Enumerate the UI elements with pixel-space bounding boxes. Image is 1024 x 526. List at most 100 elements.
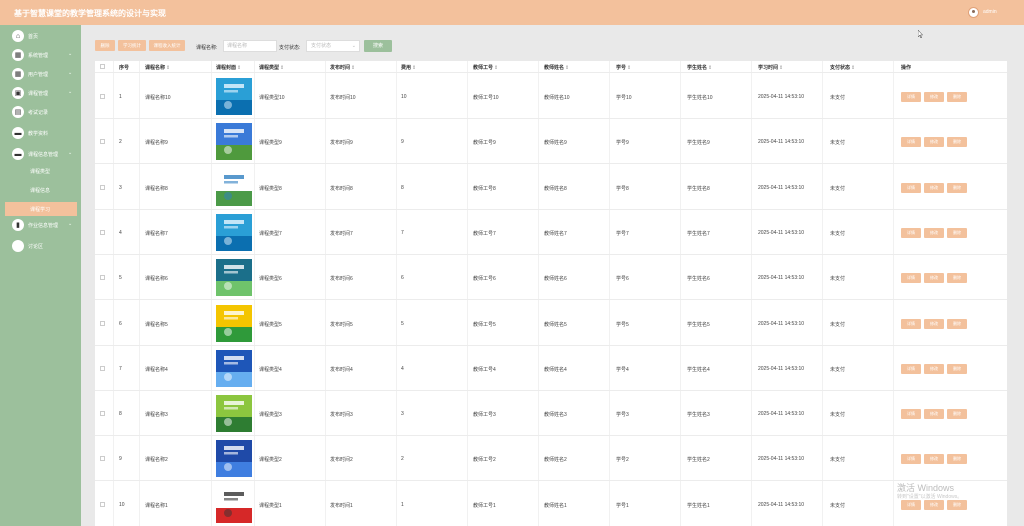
sidebar-item-3[interactable]: ▣ 课程管理 ⌄ — [0, 84, 81, 102]
sort-icon[interactable]: ⇕ — [237, 65, 241, 71]
teacher-name: 教师姓名9 — [544, 140, 567, 147]
detail-button[interactable]: 详情 — [901, 499, 921, 510]
sidebar-item-0[interactable]: ⌂ 首页 — [0, 27, 81, 45]
delete-row-button[interactable]: 删除 — [947, 92, 967, 102]
chevron-down-icon: ⌄ — [68, 51, 73, 57]
edit-button[interactable]: 修改 — [924, 137, 944, 148]
sidebar-item-5[interactable]: ▬ 教学资料 — [0, 124, 81, 142]
sort-icon[interactable]: ⇕ — [779, 65, 783, 71]
table-row: 1 课程名称10 课程类型10 发布时间10 10 教师工号10 教师姓名10 学号10 学生姓… — [95, 74, 1007, 119]
course-name-header[interactable]: 课程名称⇕ — [145, 64, 170, 71]
mouse-cursor-icon — [918, 30, 923, 38]
fee: 10 — [401, 94, 407, 100]
row-checkbox[interactable] — [100, 94, 105, 99]
student-no: 学号1 — [616, 502, 629, 509]
detail-button[interactable]: 详情 — [901, 363, 921, 374]
course-name: 课程名称4 — [145, 366, 168, 373]
edit-button[interactable]: 修改 — [924, 227, 944, 238]
edit-button[interactable]: 修改 — [924, 409, 944, 420]
edit-button[interactable]: 修改 — [924, 499, 944, 510]
detail-button[interactable]: 详情 — [901, 273, 921, 284]
sort-icon[interactable]: ⇕ — [351, 65, 355, 71]
pay-status-header[interactable]: 支付状态⇕ — [830, 64, 855, 71]
row-checkbox[interactable] — [100, 229, 105, 235]
row-checkbox[interactable] — [100, 411, 105, 417]
pay-status-select[interactable]: 支付状态 ⌄ — [306, 40, 360, 52]
delete-row-button[interactable]: 删除 — [947, 409, 967, 420]
edit-button[interactable]: 修改 — [924, 454, 944, 465]
edit-button[interactable]: 修改 — [924, 273, 944, 284]
row-checkbox[interactable] — [100, 365, 105, 371]
detail-button[interactable]: 详情 — [901, 92, 921, 102]
student-no: 学号5 — [616, 321, 629, 328]
teacher-no-header[interactable]: 教师工号⇕ — [473, 64, 498, 71]
delete-row-button[interactable]: 删除 — [947, 227, 967, 238]
delete-row-button[interactable]: 删除 — [947, 499, 967, 510]
course-name-input[interactable]: 课程名称 — [223, 40, 277, 52]
delete-row-button[interactable]: 删除 — [947, 318, 967, 329]
sort-icon[interactable]: ⇕ — [166, 65, 170, 71]
sidebar-item-4[interactable]: ▤ 考试记录 — [0, 103, 81, 121]
student-name-header[interactable]: 学生姓名⇕ — [687, 64, 712, 71]
row-checkbox[interactable] — [100, 275, 105, 281]
column-header-label: 学生姓名 — [687, 65, 708, 71]
row-checkbox[interactable] — [100, 456, 105, 462]
edit-button[interactable]: 修改 — [924, 92, 944, 102]
sidebar-subitem-0[interactable]: 课程类型 — [0, 164, 81, 178]
row-index: 2 — [119, 139, 122, 146]
sidebar-subitem-2[interactable]: 课程学习 — [5, 202, 77, 216]
sort-icon[interactable]: ⇕ — [412, 65, 416, 71]
detail-button[interactable]: 详情 — [901, 318, 921, 329]
search-button[interactable]: 搜索 — [364, 40, 392, 52]
sort-icon[interactable]: ⇕ — [851, 65, 855, 71]
delete-row-button[interactable]: 删除 — [947, 182, 967, 193]
sidebar-item-7[interactable]: ▮ 作业信息管理 ⌄ — [0, 216, 81, 234]
publish-time-header[interactable]: 发布时间⇕ — [330, 64, 355, 71]
sidebar-item-8[interactable]: 讨论区 — [0, 237, 81, 255]
study-time: 2025-04-11 14:53:10 — [758, 365, 805, 372]
detail-button[interactable]: 详情 — [901, 454, 921, 465]
detail-button[interactable]: 详情 — [901, 227, 921, 238]
teacher-name-header[interactable]: 教师姓名⇕ — [544, 64, 569, 71]
cover-header[interactable]: 课程封面⇕ — [216, 64, 241, 71]
sidebar-item-label: 讨论区 — [28, 244, 44, 250]
detail-button[interactable]: 详情 — [901, 137, 921, 148]
delete-row-button[interactable]: 删除 — [947, 454, 967, 465]
detail-button[interactable]: 详情 — [901, 409, 921, 420]
study-time: 2025-04-11 14:53:10 — [758, 275, 805, 282]
row-checkbox[interactable] — [100, 501, 105, 507]
detail-button[interactable]: 详情 — [901, 182, 921, 193]
sidebar-item-1[interactable]: ▦ 系统管理 ⌄ — [0, 46, 81, 64]
row-checkbox[interactable] — [100, 139, 105, 145]
sort-icon[interactable]: ⇕ — [280, 65, 284, 71]
sidebar-item-6[interactable]: ▬ 课程信息管理 ⌄ — [0, 145, 81, 163]
income-stats-button[interactable]: 课程收入统计 — [149, 40, 185, 51]
fee-header[interactable]: 费用⇕ — [401, 64, 416, 71]
sidebar-subitem-1[interactable]: 课程信息 — [0, 183, 81, 197]
edit-button[interactable]: 修改 — [924, 318, 944, 329]
select-all-checkbox[interactable] — [100, 64, 105, 69]
delete-row-button[interactable]: 删除 — [947, 273, 967, 284]
study-stats-button[interactable]: 学习统计 — [118, 40, 146, 51]
type-header[interactable]: 课程类型⇕ — [259, 64, 284, 71]
delete-button[interactable]: 删除 — [95, 40, 115, 51]
sort-icon[interactable]: ⇕ — [708, 65, 712, 71]
sidebar-item-2[interactable]: ▦ 用户管理 ⌄ — [0, 65, 81, 83]
user-avatar-icon[interactable] — [968, 7, 979, 18]
sort-icon[interactable]: ⇕ — [494, 65, 498, 71]
sidebar: ⌂ 首页 ▦ 系统管理 ⌄ ▦ 用户管理 ⌄ ▣ 课程管理 ⌄ ▤ 考试记录 ▬ 教学资料 ▬ 课程信息管理 ⌄ ▮… — [0, 25, 81, 526]
sort-icon[interactable]: ⇕ — [565, 65, 569, 71]
edit-button[interactable]: 修改 — [924, 182, 944, 193]
study-time-header[interactable]: 学习时间⇕ — [758, 64, 783, 71]
teacher-no: 教师工号4 — [473, 366, 496, 373]
row-checkbox[interactable] — [100, 320, 105, 326]
delete-row-button[interactable]: 删除 — [947, 137, 967, 148]
delete-row-button[interactable]: 删除 — [947, 363, 967, 374]
student-no-header[interactable]: 学号⇕ — [616, 64, 631, 71]
teacher-no: 教师工号2 — [473, 457, 496, 464]
sort-icon[interactable]: ⇕ — [627, 65, 631, 71]
user-name[interactable]: admin — [983, 9, 997, 15]
row-checkbox[interactable] — [100, 184, 105, 190]
edit-button[interactable]: 修改 — [924, 363, 944, 374]
course-name: 课程名称10 — [145, 95, 171, 101]
